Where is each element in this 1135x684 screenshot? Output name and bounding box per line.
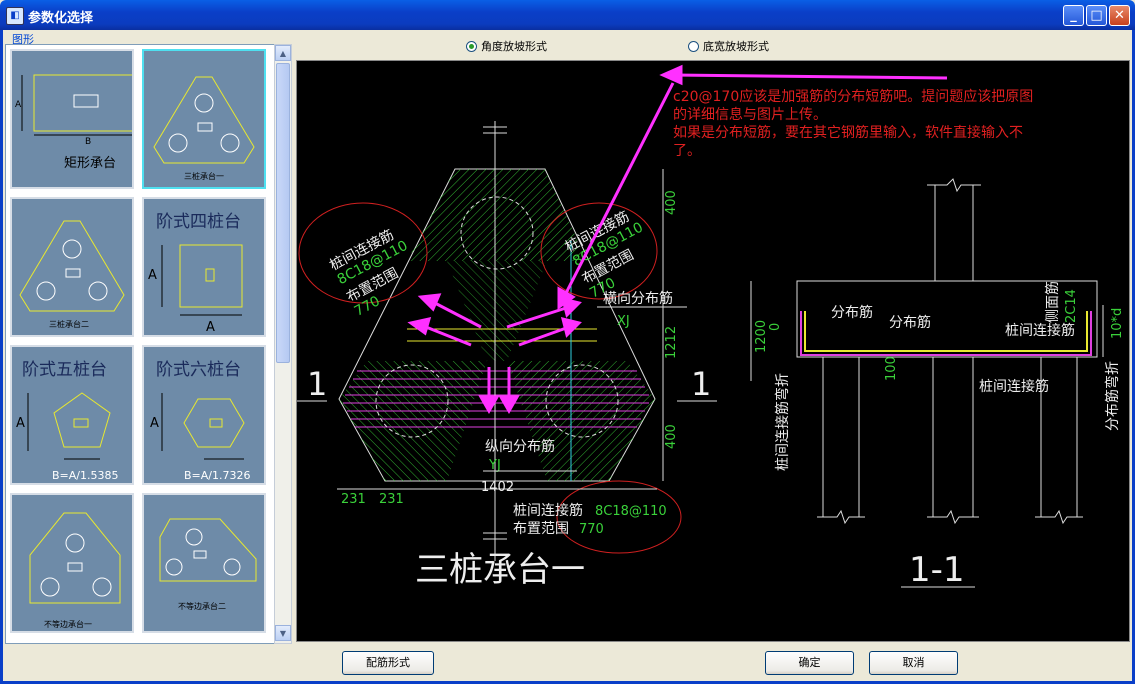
section-title: 1-1 <box>909 550 965 590</box>
section-dim-100: 100 <box>884 356 899 381</box>
shape-thumbnail-list: A B 矩形承台 三桩承台一 三桩承台二 阶式四桩台 A A 阶式五桩台 A B… <box>5 44 275 644</box>
close-button[interactable]: ✕ <box>1109 5 1130 26</box>
annotation-line-2: 的详细信息与图片上传。 <box>673 106 827 123</box>
radio-on-icon[interactable] <box>466 40 477 52</box>
thumb-label: 阶式六桩台 <box>156 360 241 380</box>
scroll-down-icon[interactable]: ▼ <box>275 625 291 641</box>
thumb-three-pile-1[interactable]: 三桩承台一 <box>142 49 266 189</box>
dim-a2: A <box>206 320 215 335</box>
radio-off-icon[interactable] <box>688 40 699 52</box>
dim-h-2: 231 <box>379 492 404 507</box>
thumb-label: 三桩承台一 <box>184 171 224 181</box>
dim-v-1: 400 <box>664 190 679 215</box>
section-mark-left: 1 <box>307 365 327 403</box>
dim-b: B <box>85 137 91 147</box>
maximize-button[interactable]: □ <box>1086 5 1107 26</box>
scroll-up-icon[interactable]: ▲ <box>275 45 291 61</box>
thumb-note: B=A/1.5385 <box>52 469 118 482</box>
slope-mode-radio-group: 角度放坡形式 底宽放坡形式 <box>296 35 1130 57</box>
thumb-label: 矩形承台 <box>64 156 116 171</box>
annotation-line-3: 如果是分布短筋，要在其它钢筋里输入，软件直接输入不 <box>673 124 1023 141</box>
section-anchor: 10*d <box>1110 308 1125 339</box>
rebar-form-button[interactable]: 配筋形式 <box>342 651 434 675</box>
thumb-step-four-pile[interactable]: 阶式四桩台 A A <box>142 197 266 337</box>
dim-v-3: 400 <box>664 424 679 449</box>
app-icon: ◧ <box>6 7 24 25</box>
radio-label: 角度放坡形式 <box>481 40 547 53</box>
maximize-icon: □ <box>1090 8 1103 23</box>
thumb-step-five-pile[interactable]: 阶式五桩台 A B=A/1.5385 <box>10 345 134 485</box>
close-icon: ✕ <box>1114 8 1125 23</box>
radio-width-slope[interactable]: 底宽放坡形式 <box>688 38 769 54</box>
section-conn-rebar-1: 桩间连接筋 <box>1005 322 1075 339</box>
dim-a: A <box>148 268 157 283</box>
annotation-line-1: c20@170应该是加强筋的分布短筋吧。提问题应该把原图 <box>673 88 1033 105</box>
thumb-label: 不等边承台一 <box>44 619 92 629</box>
thumb-label: 阶式五桩台 <box>22 360 107 380</box>
dim-h-3: 1402 <box>481 480 514 495</box>
thumb-note: B=A/1.7326 <box>184 469 250 482</box>
bottom-callout-label2: 布置范围 <box>513 520 569 537</box>
thumbnail-scrollbar[interactable]: ▲ ▼ <box>274 44 292 644</box>
dim-a: A <box>150 416 159 431</box>
thumb-label: 不等边承台二 <box>178 601 226 611</box>
window-title: 参数化选择 <box>28 11 94 26</box>
minimize-icon: _ <box>1070 8 1077 23</box>
scroll-thumb[interactable] <box>276 63 290 363</box>
cancel-button[interactable]: 取消 <box>869 651 958 675</box>
thumb-three-pile-2[interactable]: 三桩承台二 <box>10 197 134 337</box>
dim-h-1: 231 <box>341 492 366 507</box>
longitudinal-rebar-label: 纵向分布筋 <box>485 438 555 455</box>
section-dist-rebar-2: 分布筋 <box>889 314 931 331</box>
thumb-unequal-1[interactable]: 不等边承台一 <box>10 493 134 633</box>
annotation-line-4: 了。 <box>673 143 701 159</box>
plan-title: 三桩承台一 <box>415 550 585 590</box>
radio-angle-slope[interactable]: 角度放坡形式 <box>466 38 547 54</box>
bottom-callout-label1: 桩间连接筋 <box>513 502 583 519</box>
section-side-rebar: 侧面筋 <box>1044 281 1061 323</box>
section-dist-rebar-1: 分布筋 <box>831 304 873 321</box>
section-dim-0: 0 <box>768 323 783 331</box>
section-conn-rebar-2: 桩间连接筋 <box>979 378 1049 395</box>
bottom-callout-value1: 8C18@110 <box>595 504 667 519</box>
dim-v-2: 1212 <box>664 326 679 359</box>
section-conn-bend: 桩间连接筋弯折 <box>774 373 791 471</box>
thumb-step-six-pile[interactable]: 阶式六桩台 A B=A/1.7326 <box>142 345 266 485</box>
dim-a: A <box>16 416 25 431</box>
thumb-rect-cap[interactable]: A B 矩形承台 <box>10 49 134 189</box>
dim-a: A <box>15 100 22 110</box>
thumb-unequal-2[interactable]: 不等边承台二 <box>142 493 266 633</box>
cad-drawing-canvas: 1 1 桩间连接筋 8C18@110 布置范围 770 桩间连接筋 8C18@1… <box>296 60 1130 642</box>
minimize-button[interactable]: _ <box>1063 5 1084 26</box>
thumb-label: 阶式四桩台 <box>156 212 241 232</box>
ok-button[interactable]: 确定 <box>765 651 854 675</box>
thumb-label: 三桩承台二 <box>49 319 89 329</box>
title-bar: ◧ 参数化选择 _ □ ✕ <box>0 0 1135 30</box>
section-side-value: 2C14 <box>1064 289 1079 323</box>
section-mark-right: 1 <box>691 365 711 403</box>
radio-label: 底宽放坡形式 <box>703 40 769 53</box>
section-dim-1200: 1200 <box>754 320 769 353</box>
bottom-callout-value2: 770 <box>579 522 604 537</box>
section-dist-bend: 分布筋弯折 <box>1104 361 1121 431</box>
xj-label: XJ <box>617 314 630 329</box>
transverse-rebar-label: 横向分布筋 <box>603 290 673 307</box>
